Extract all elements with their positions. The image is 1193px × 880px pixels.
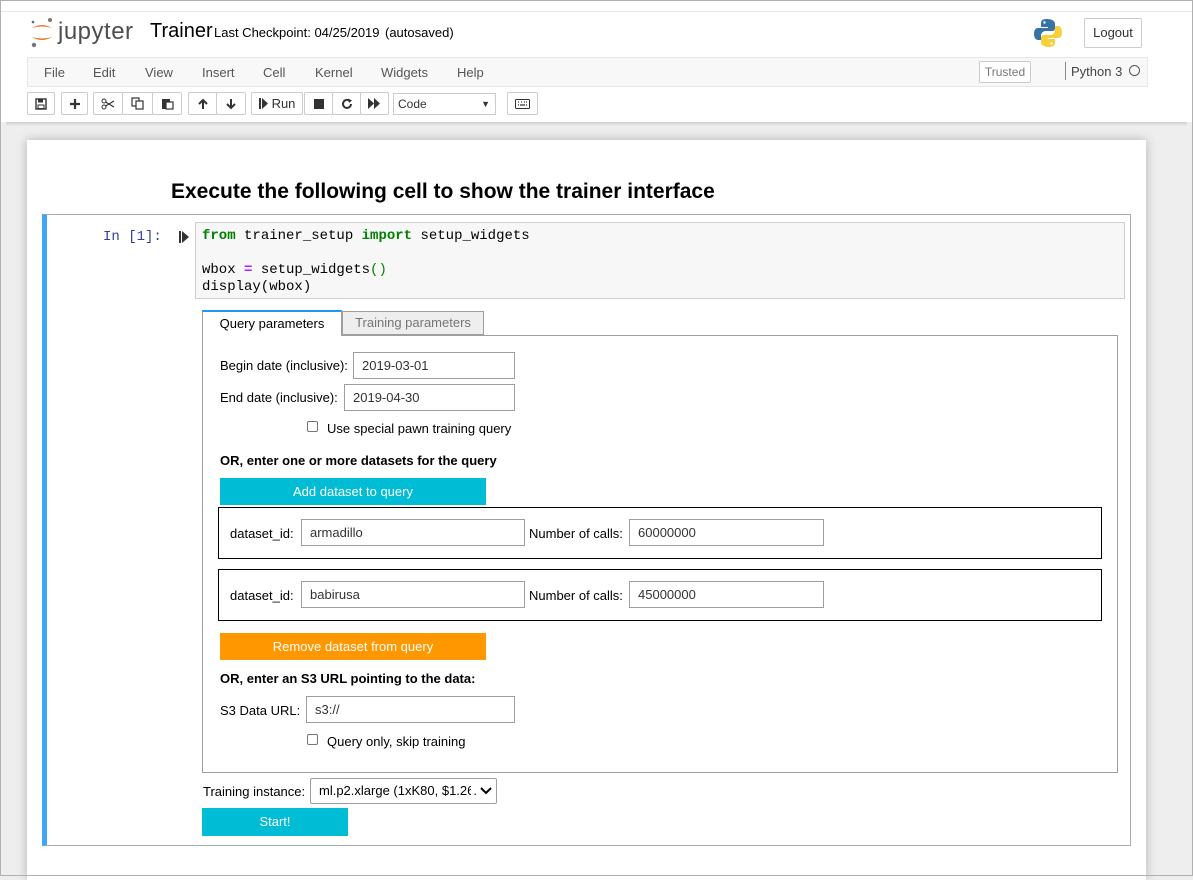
insert-cell-button[interactable] — [61, 92, 88, 115]
menu-view[interactable]: View — [145, 65, 173, 80]
chevron-down-icon — [480, 787, 492, 795]
menu-kernel[interactable]: Kernel — [315, 65, 353, 80]
copy-button[interactable] — [122, 92, 153, 115]
begin-date-label: Begin date (inclusive): — [220, 358, 348, 373]
dataset-id-input[interactable]: babirusa — [301, 581, 525, 608]
notebook-header: jupyter Trainer Last Checkpoint: 04/25/2… — [0, 0, 1193, 122]
copy-icon — [131, 97, 144, 110]
training-instance-label: Training instance: — [203, 784, 306, 799]
run-label: Run — [271, 96, 296, 111]
query-only-checkbox[interactable] — [307, 734, 318, 745]
number-of-calls-label: Number of calls: — [529, 526, 623, 541]
step-icon — [258, 98, 268, 109]
begin-date-input[interactable]: 2019-03-01 — [353, 352, 515, 379]
cell-type-value: Code — [398, 97, 427, 111]
menu-edit[interactable]: Edit — [93, 65, 115, 80]
code-editor[interactable]: from trainer_setup import setup_widgets … — [195, 222, 1125, 299]
code-token: setup_widgets — [252, 262, 371, 278]
cut-button[interactable] — [93, 92, 123, 115]
markdown-heading: Execute the following cell to show the t… — [171, 180, 715, 203]
save-button[interactable] — [27, 92, 55, 115]
pawn-query-label: Use special pawn training query — [327, 421, 512, 436]
jupyter-logo[interactable]: jupyter — [30, 16, 140, 50]
stop-icon — [313, 98, 324, 109]
code-token: import — [361, 228, 413, 244]
logo-text: jupyter — [58, 18, 134, 45]
autosave-status: (autosaved) — [385, 25, 454, 40]
s3-url-label: S3 Data URL: — [220, 703, 301, 718]
top-divider — [0, 11, 1193, 12]
notebook-name[interactable]: Trainer — [150, 20, 213, 43]
input-prompt: In [1]: — [103, 229, 162, 245]
s3-heading: OR, enter an S3 URL pointing to the data… — [220, 671, 476, 686]
run-cell-icon[interactable] — [179, 231, 189, 243]
plus-icon — [69, 98, 80, 109]
training-instance-value: ml.p2.xlarge (1xK80, $1.26 — [319, 783, 475, 798]
command-palette-button[interactable] — [507, 92, 538, 115]
python-logo-icon — [1034, 19, 1062, 47]
fast-forward-icon — [368, 98, 380, 109]
move-down-button[interactable] — [216, 92, 246, 115]
run-button[interactable]: Run — [251, 92, 303, 115]
interrupt-button[interactable] — [304, 92, 333, 115]
code-token: trainer_setup — [235, 228, 362, 244]
kernel-status-icon — [1129, 65, 1140, 76]
paste-icon — [161, 99, 174, 110]
menu-help[interactable]: Help — [457, 65, 484, 80]
checkpoint-status: Last Checkpoint: 04/25/2019 — [214, 25, 380, 40]
add-dataset-button[interactable]: Add dataset to query — [220, 478, 486, 505]
start-button[interactable]: Start! — [202, 808, 348, 836]
scissors-icon — [101, 98, 115, 109]
tab-query-parameters[interactable]: Query parameters — [202, 310, 342, 336]
logout-button[interactable]: Logout — [1084, 18, 1142, 48]
menu-widgets[interactable]: Widgets — [381, 65, 428, 80]
training-instance-select[interactable]: ml.p2.xlarge (1xK80, $1.26 . — [310, 778, 497, 804]
cell-type-select[interactable]: Code ▼ — [393, 93, 496, 115]
menu-file[interactable]: File — [44, 65, 65, 80]
paste-button[interactable] — [152, 92, 182, 115]
code-token: setup_widgets — [412, 228, 530, 244]
keyboard-icon — [515, 98, 530, 109]
query-only-label: Query only, skip training — [327, 734, 466, 749]
jupyter-logo-icon — [31, 18, 52, 48]
dataset-id-label: dataset_id: — [230, 588, 294, 603]
save-icon — [35, 97, 47, 110]
trusted-indicator[interactable]: Trusted — [979, 61, 1031, 83]
remove-dataset-button[interactable]: Remove dataset from query — [220, 633, 486, 660]
number-of-calls-input[interactable]: 60000000 — [629, 519, 824, 546]
code-token: from — [202, 228, 236, 244]
code-token: display(wbox) — [202, 279, 312, 295]
code-token: wbox — [202, 262, 245, 278]
code-token: () — [370, 262, 387, 278]
tab-training-parameters[interactable]: Training parameters — [342, 311, 484, 335]
select-caret: . — [471, 779, 492, 803]
dataset-id-input[interactable]: armadillo — [301, 519, 525, 546]
menu-cell[interactable]: Cell — [263, 65, 285, 80]
restart-run-all-button[interactable] — [360, 92, 389, 115]
arrow-down-icon — [226, 98, 236, 109]
datasets-heading: OR, enter one or more datasets for the q… — [220, 453, 497, 468]
kernel-divider — [1065, 62, 1066, 80]
pawn-query-checkbox[interactable] — [307, 421, 318, 432]
header-shadow — [6, 122, 1187, 126]
restart-button[interactable] — [332, 92, 361, 115]
number-of-calls-label: Number of calls: — [529, 588, 623, 603]
chevron-down-icon: ▼ — [481, 99, 490, 109]
end-date-input[interactable]: 2019-04-30 — [344, 384, 515, 411]
end-date-label: End date (inclusive): — [220, 390, 338, 405]
move-up-button[interactable] — [188, 92, 217, 115]
arrow-up-icon — [197, 98, 208, 109]
kernel-name: Python 3 — [1071, 64, 1123, 79]
s3-url-input[interactable]: s3:// — [306, 696, 515, 723]
restart-icon — [341, 98, 352, 109]
truncation-dot: . — [473, 783, 477, 798]
number-of-calls-input[interactable]: 45000000 — [629, 581, 824, 608]
dataset-id-label: dataset_id: — [230, 526, 294, 541]
menu-insert[interactable]: Insert — [202, 65, 235, 80]
